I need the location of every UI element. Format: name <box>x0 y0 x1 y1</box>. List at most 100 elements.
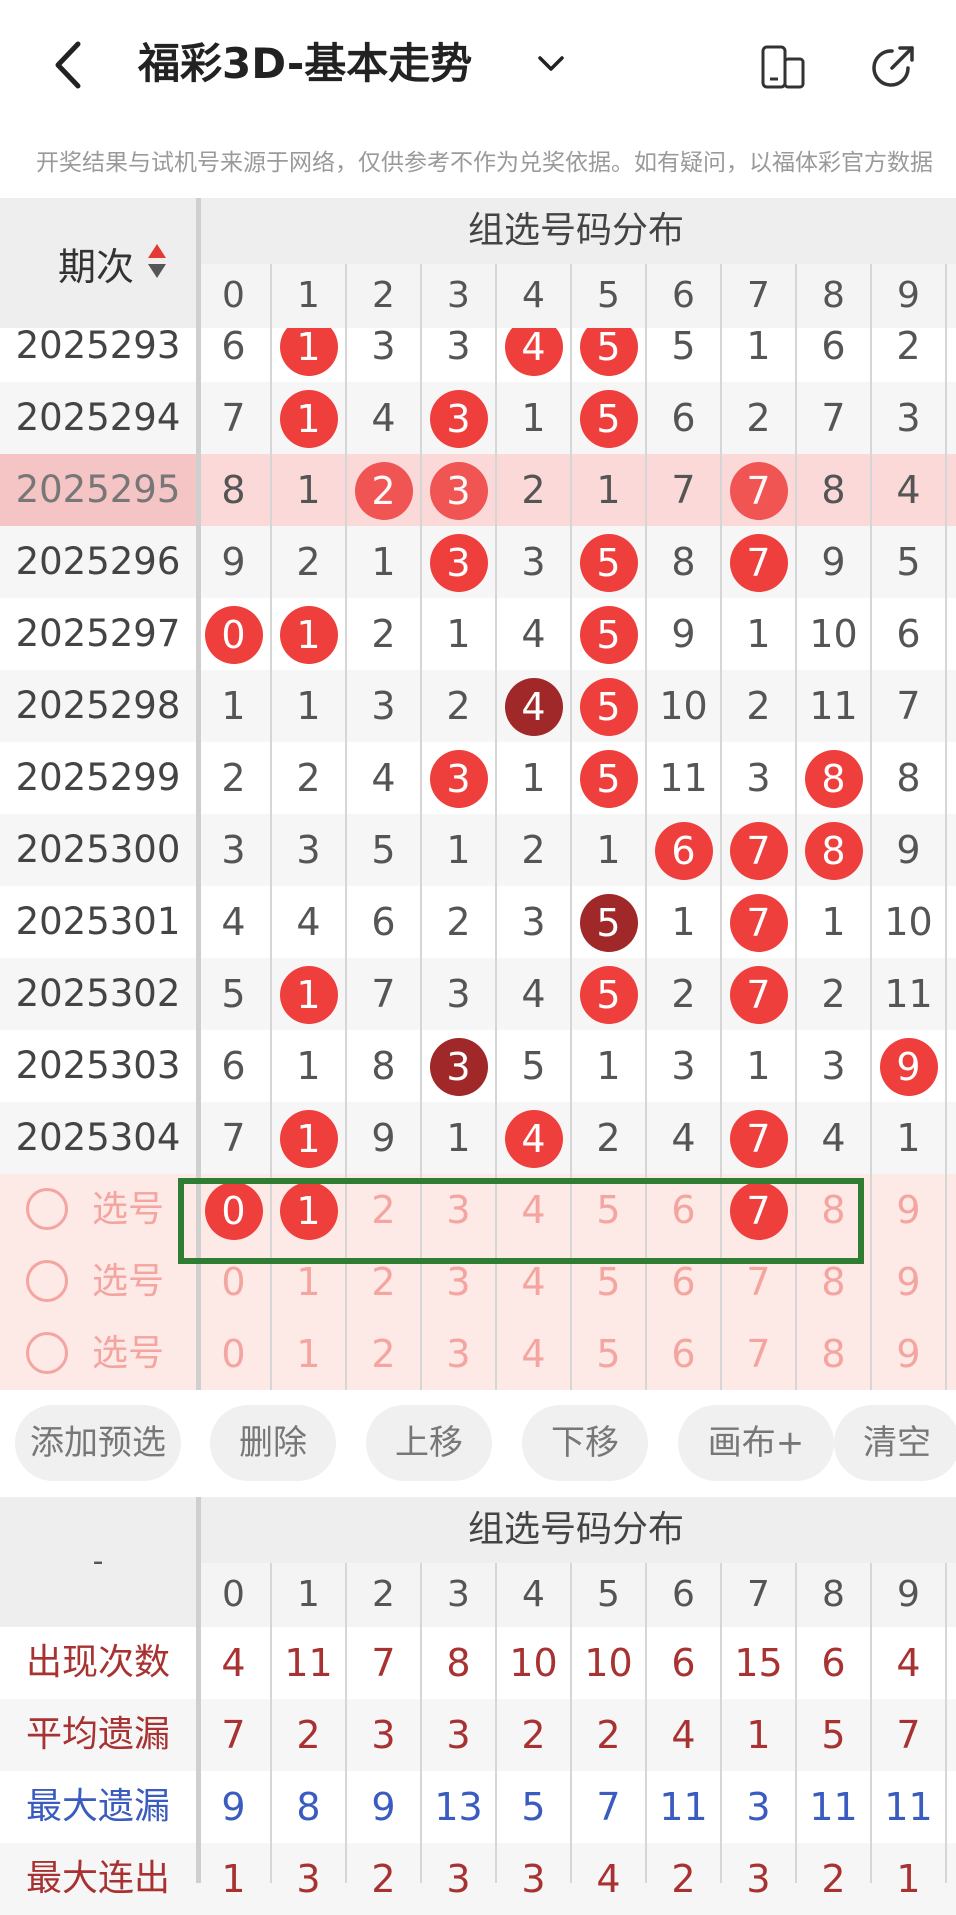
table-cell[interactable]: 9 <box>196 526 271 598</box>
table-cell[interactable]: 3 <box>421 526 496 598</box>
page-title[interactable]: 福彩3D-基本走势 <box>138 38 472 90</box>
table-cell[interactable]: 4 <box>871 454 946 526</box>
table-cell[interactable]: 8 <box>796 742 871 814</box>
table-cell[interactable]: 1 <box>496 382 571 454</box>
table-cell[interactable]: 3 <box>496 526 571 598</box>
table-cell[interactable]: 7 <box>721 454 796 526</box>
table-cell[interactable]: 1 <box>721 598 796 670</box>
select-cell[interactable]: 9 <box>871 1246 946 1318</box>
table-cell[interactable]: 7 <box>721 886 796 958</box>
table-cell[interactable]: 2 <box>496 454 571 526</box>
table-cell[interactable]: 4 <box>646 1102 721 1174</box>
table-cell[interactable]: 3 <box>796 1030 871 1102</box>
chevron-down-icon[interactable] <box>536 52 566 76</box>
table-cell[interactable]: 2 <box>346 454 421 526</box>
action-button[interactable]: 上移 <box>366 1405 492 1481</box>
action-button[interactable]: 下移 <box>522 1405 648 1481</box>
table-cell[interactable]: 2 <box>721 670 796 742</box>
table-cell[interactable]: 3 <box>421 742 496 814</box>
table-cell[interactable]: 3 <box>421 1030 496 1102</box>
share-arrow-icon[interactable] <box>868 42 918 92</box>
table-cell[interactable]: 1 <box>271 454 346 526</box>
table-cell[interactable]: 1 <box>271 598 346 670</box>
table-cell[interactable]: 2 <box>571 1102 646 1174</box>
table-cell[interactable]: 1 <box>271 1102 346 1174</box>
table-cell[interactable]: 1 <box>421 598 496 670</box>
table-cell[interactable]: 1 <box>196 670 271 742</box>
table-cell[interactable]: 1 <box>271 670 346 742</box>
table-cell[interactable]: 5 <box>871 526 946 598</box>
table-cell[interactable]: 3 <box>271 814 346 886</box>
table-cell[interactable]: 5 <box>571 958 646 1030</box>
table-cell[interactable]: 4 <box>796 1102 871 1174</box>
action-button[interactable]: 清空 <box>834 1405 956 1481</box>
table-cell[interactable]: 2 <box>271 526 346 598</box>
table-cell[interactable]: 4 <box>496 1102 571 1174</box>
table-cell[interactable]: 2 <box>196 742 271 814</box>
select-cell[interactable]: 5 <box>571 1318 646 1390</box>
table-cell[interactable]: 1 <box>421 1102 496 1174</box>
select-cell[interactable]: 6 <box>646 1318 721 1390</box>
table-cell[interactable]: 5 <box>571 742 646 814</box>
table-cell[interactable]: 11 <box>796 670 871 742</box>
select-cell[interactable]: 9 <box>871 1174 946 1246</box>
table-cell[interactable]: 7 <box>721 526 796 598</box>
table-cell[interactable]: 11 <box>871 958 946 1030</box>
table-cell[interactable]: 5 <box>496 1030 571 1102</box>
table-cell[interactable]: 7 <box>196 1102 271 1174</box>
radio-circle-icon[interactable] <box>26 1332 68 1374</box>
table-cell[interactable]: 4 <box>196 886 271 958</box>
table-cell[interactable]: 4 <box>271 886 346 958</box>
select-cell[interactable]: 9 <box>871 1318 946 1390</box>
table-cell[interactable]: 11 <box>646 742 721 814</box>
table-cell[interactable]: 4 <box>346 382 421 454</box>
radio-circle-icon[interactable] <box>26 1260 68 1302</box>
table-cell[interactable]: 8 <box>871 742 946 814</box>
table-cell[interactable]: 10 <box>796 598 871 670</box>
table-cell[interactable]: 7 <box>721 814 796 886</box>
table-cell[interactable]: 9 <box>871 1030 946 1102</box>
table-cell[interactable]: 3 <box>496 886 571 958</box>
select-label[interactable]: 选号 <box>92 1318 164 1390</box>
table-cell[interactable]: 7 <box>721 1102 796 1174</box>
table-cell[interactable]: 4 <box>496 670 571 742</box>
table-cell[interactable]: 7 <box>196 382 271 454</box>
select-cell[interactable]: 7 <box>721 1318 796 1390</box>
select-cell[interactable]: 2 <box>346 1318 421 1390</box>
table-cell[interactable]: 2 <box>496 814 571 886</box>
select-label[interactable]: 选号 <box>92 1174 164 1246</box>
table-cell[interactable]: 9 <box>646 598 721 670</box>
table-cell[interactable]: 1 <box>571 454 646 526</box>
table-cell[interactable]: 0 <box>196 598 271 670</box>
table-cell[interactable]: 10 <box>871 886 946 958</box>
select-cell[interactable]: 4 <box>496 1318 571 1390</box>
table-cell[interactable]: 3 <box>421 958 496 1030</box>
table-cell[interactable]: 2 <box>271 742 346 814</box>
table-cell[interactable]: 1 <box>571 814 646 886</box>
table-cell[interactable]: 3 <box>721 742 796 814</box>
table-cell[interactable]: 6 <box>196 1030 271 1102</box>
table-cell[interactable]: 4 <box>346 742 421 814</box>
table-cell[interactable]: 1 <box>271 958 346 1030</box>
table-cell[interactable]: 6 <box>346 886 421 958</box>
table-cell[interactable]: 7 <box>646 454 721 526</box>
table-cell[interactable]: 1 <box>571 1030 646 1102</box>
table-cell[interactable]: 3 <box>646 1030 721 1102</box>
table-cell[interactable]: 6 <box>871 598 946 670</box>
table-cell[interactable]: 1 <box>796 886 871 958</box>
table-cell[interactable]: 9 <box>871 814 946 886</box>
action-button[interactable]: 删除 <box>210 1405 336 1481</box>
table-cell[interactable]: 2 <box>796 958 871 1030</box>
action-button[interactable]: 画布+ <box>678 1405 834 1481</box>
table-cell[interactable]: 3 <box>871 382 946 454</box>
table-cell[interactable]: 1 <box>646 886 721 958</box>
table-cell[interactable]: 3 <box>421 382 496 454</box>
table-cell[interactable]: 1 <box>871 1102 946 1174</box>
table-cell[interactable]: 5 <box>571 526 646 598</box>
table-cell[interactable]: 1 <box>721 1030 796 1102</box>
table-cell[interactable]: 2 <box>421 886 496 958</box>
table-cell[interactable]: 2 <box>346 598 421 670</box>
table-cell[interactable]: 9 <box>346 1102 421 1174</box>
table-cell[interactable]: 5 <box>571 886 646 958</box>
table-cell[interactable]: 1 <box>496 742 571 814</box>
